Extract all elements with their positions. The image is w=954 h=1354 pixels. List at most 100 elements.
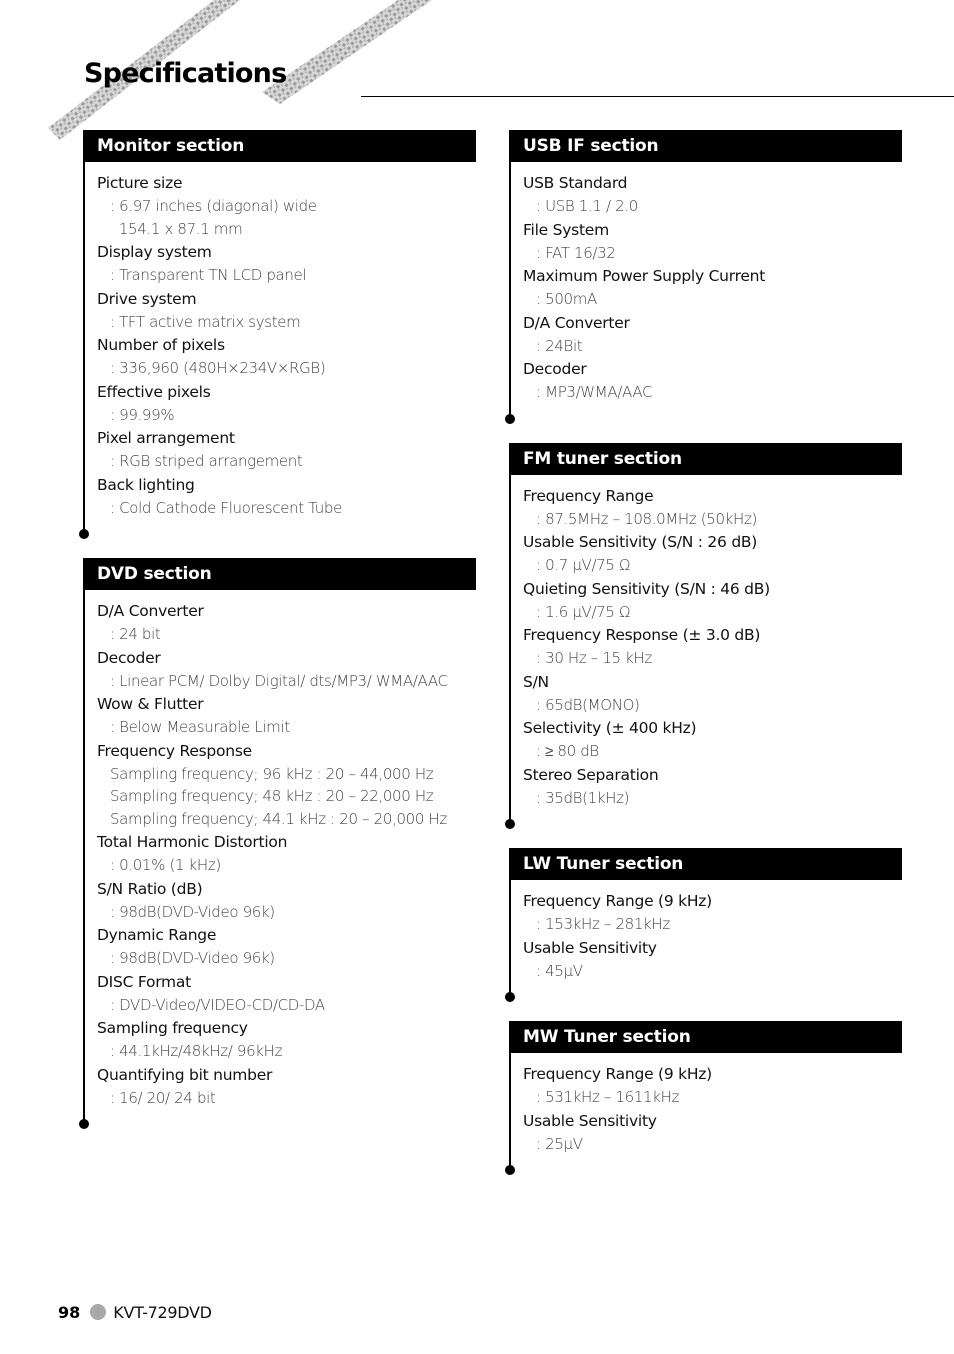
spec-item: Effective pixels : 99.99% (97, 381, 476, 427)
spec-label: File System (523, 220, 609, 239)
spec-label: Number of pixels (97, 336, 225, 354)
spec-label: Drive system (97, 289, 197, 308)
spec-value: Sampling frequency; 48 kHz : 20 – 22,000… (110, 787, 434, 805)
spec-value: : 531kHz – 1611kHz (536, 1088, 680, 1106)
spec-value: Sampling frequency; 44.1 kHz : 20 – 20,0… (110, 809, 447, 828)
section-end-dot-icon (79, 529, 89, 539)
spec-label: Maximum Power Supply Current (523, 267, 766, 285)
spec-value: : 45μV (536, 961, 583, 980)
spec-item: Drive system: TFT active matrix system (97, 288, 476, 334)
spec-value: : Cold Cathode Fluorescent Tube (110, 498, 342, 517)
spec-label: Total Harmonic Distortion (97, 833, 288, 851)
spec-value: : RGB striped arrangement (110, 452, 303, 470)
spec-value: : 65dB(MONO) (536, 695, 640, 714)
spec-label: Effective pixels (97, 382, 211, 401)
spec-item: Picture size : 6.97 inches (diagonal) wid… (97, 172, 476, 240)
spec-value: : 98dB(DVD-Video 96k) (110, 902, 275, 921)
section-header: LW Tuner section (511, 848, 902, 880)
spec-item: D/A Converter: 24Bit (523, 312, 902, 358)
spec-item: Display system: Transparent TN LCD panel (97, 241, 476, 287)
spec-item: Usable Sensitivity (S/N : 26 dB) : 0.7 μV… (523, 531, 902, 577)
spec-value: : MP3/WMA/AAC (536, 383, 653, 401)
spec-value: : 0.01% (1 kHz) (110, 856, 221, 874)
spec-value: : 30 Hz – 15 kHz (536, 649, 652, 667)
spec-item: Frequency Response (± 3.0 dB): 30 Hz – 1… (523, 624, 902, 670)
spec-label: Selectivity (± 400 kHz) (523, 719, 697, 737)
spec-label: Frequency Range (523, 486, 654, 505)
spec-label: Pixel arrangement (97, 429, 235, 447)
spec-label: Frequency Range (9 kHz) (523, 892, 712, 910)
spec-label: Frequency Response (97, 741, 252, 760)
spec-label: Usable Sensitivity (S/N : 26 dB) (523, 533, 758, 551)
spec-label: Stereo Separation (523, 765, 659, 784)
spec-label: Wow & Flutter (97, 695, 204, 713)
stripe-right (262, 0, 432, 104)
right-column: USB IF section USB Standard: USB 1.1 / 2.… (505, 130, 902, 1194)
section-body: USB Standard: USB 1.1 / 2.0 File System: … (511, 162, 902, 419)
spec-label: Display system (97, 243, 212, 261)
spec-item: Total Harmonic Distortion : 0.01% (1 kHz) (97, 831, 476, 877)
spec-label: Back lighting (97, 475, 195, 494)
spec-item: Selectivity (± 400 kHz) : ≥ 80 dB (523, 717, 902, 763)
spec-item: USB Standard : USB 1.1 / 2.0 (523, 172, 902, 218)
spec-value: : 24 bit (110, 625, 161, 643)
spec-item: File System: FAT 16/32 (523, 219, 902, 265)
spec-value: : 6.97 inches (diagonal) wide (110, 197, 317, 215)
section-body: Picture size : 6.97 inches (diagonal) wid… (85, 162, 476, 534)
section-body: Frequency Range : 87.5MHz – 108.0MHz (50k… (511, 475, 902, 825)
spec-label: Usable Sensitivity (523, 938, 657, 957)
section-usb-if-section: USB IF section USB Standard: USB 1.1 / 2.… (505, 130, 902, 424)
section-end-dot-icon (505, 413, 515, 424)
spec-label: D/A Converter (97, 602, 204, 620)
section-dvd-section: DVD section D/A Converter : 24 bit Decoder:… (79, 558, 476, 1129)
section-end-dot-icon (505, 1165, 515, 1175)
spec-label: Dynamic Range (97, 926, 217, 944)
section-end-dot-icon (79, 1119, 89, 1129)
spec-item: Decoder: Linear PCM/ Dolby Digital/ dts/… (97, 647, 476, 693)
spec-item: DISC Format : DVD-Video/VIDEO-CD/CD-DA (97, 971, 476, 1017)
left-column: Monitor section Picture size : 6.97 inches… (79, 130, 476, 1148)
spec-item: Sampling frequency: 44.1kHz/48kHz/ 96kHz (97, 1017, 476, 1063)
section-lw-tuner-section: LW Tuner section Frequency Range (9 kHz):… (505, 848, 902, 1002)
section-body: D/A Converter : 24 bit Decoder: Linear PCM… (85, 590, 476, 1124)
section-header: Monitor section (85, 130, 476, 162)
section-monitor-section: Monitor section Picture size : 6.97 inches… (79, 130, 476, 539)
spec-label: USB Standard (523, 174, 628, 192)
spec-item: S/N : 65dB(MONO) (523, 671, 902, 717)
spec-value: : 99.99% (110, 405, 175, 424)
spec-label: Quieting Sensitivity (S/N : 46 dB) (523, 579, 770, 598)
section-body: Frequency Range (9 kHz): 531kHz – 1611kH… (511, 1053, 902, 1170)
spec-item: Usable Sensitivity: 25μV (523, 1110, 902, 1156)
spec-value: : 87.5MHz – 108.0MHz (50kHz) (536, 509, 757, 528)
spec-label: DISC Format (97, 972, 191, 991)
section-end-dot-icon (505, 992, 515, 1002)
spec-label: Usable Sensitivity (523, 1111, 657, 1130)
spec-item: Quieting Sensitivity (S/N : 46 dB): 1.6 … (523, 578, 902, 624)
section-header: DVD section (85, 558, 476, 590)
spec-label: Picture size (97, 174, 183, 192)
spec-value: : ≥ 80 dB (536, 742, 599, 760)
spec-label: Quantifying bit number (97, 1065, 273, 1084)
spec-item: Frequency Range (9 kHz) : 153kHz – 281kHz (523, 890, 902, 936)
section-body: Frequency Range (9 kHz) : 153kHz – 281kHz… (511, 880, 902, 997)
footer-bullet-icon (90, 1304, 107, 1320)
spec-value: : 16/ 20/ 24 bit (110, 1088, 216, 1107)
spec-item: Maximum Power Supply Current: 500mA (523, 265, 902, 311)
spec-value: : Below Measurable Limit (110, 718, 290, 736)
section-fm-tuner-section: FM tuner section Frequency Range: 87.5MHz… (505, 442, 902, 829)
spec-label: S/N (523, 672, 549, 691)
spec-item: Frequency Response Sampling frequency; 96… (97, 740, 476, 831)
spec-label: Decoder (97, 648, 161, 667)
section-header: MW Tuner section (511, 1021, 902, 1053)
page-title: Specifications (84, 58, 287, 89)
spec-value: : 153kHz – 281kHz (536, 915, 670, 933)
spec-item: Usable Sensitivity : 45μV (523, 937, 902, 983)
spec-value: : DVD-Video/VIDEO-CD/CD-DA (110, 995, 325, 1014)
model-name: KVT-729DVD (113, 1302, 212, 1322)
spec-label: D/A Converter (523, 313, 630, 332)
section-mw-tuner-section: MW Tuner section Frequency Range (9 kHz):… (505, 1021, 902, 1175)
title-rule (361, 96, 954, 97)
spec-value: : 35dB(1kHz) (536, 788, 630, 807)
spec-value: : USB 1.1 / 2.0 (536, 197, 638, 215)
spec-value: : 0.7 μV/75 Ω (536, 556, 631, 574)
